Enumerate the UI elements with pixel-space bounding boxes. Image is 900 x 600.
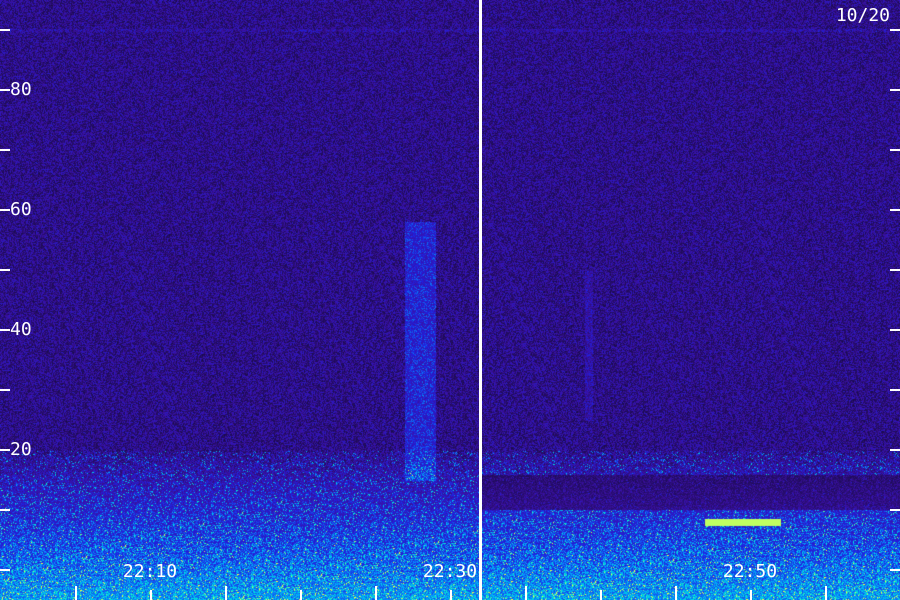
- y-tick-right: [890, 569, 900, 571]
- hour-divider-line: [479, 0, 482, 600]
- y-tick-right: [890, 89, 900, 91]
- y-tick-right: [890, 269, 900, 271]
- x-tick: [600, 590, 602, 600]
- x-tick: [450, 590, 452, 600]
- y-tick-left: [0, 209, 10, 211]
- y-tick-label: 80: [10, 79, 32, 100]
- spectrogram-image: [0, 0, 900, 600]
- y-tick-label: 20: [10, 439, 32, 460]
- x-tick: [150, 590, 152, 600]
- y-tick-label: 40: [10, 319, 32, 340]
- y-tick-label: 60: [10, 199, 32, 220]
- y-tick-left: [0, 149, 10, 151]
- y-tick-left: [0, 89, 10, 91]
- y-tick-left: [0, 329, 10, 331]
- date-label: 10/20: [835, 5, 890, 26]
- x-tick-label: 22:10: [122, 561, 178, 582]
- y-tick-left: [0, 449, 10, 451]
- x-tick: [525, 586, 527, 600]
- x-tick: [75, 586, 77, 600]
- y-tick-left: [0, 389, 10, 391]
- x-tick: [300, 590, 302, 600]
- y-tick-right: [890, 329, 900, 331]
- x-tick-label: 22:50: [722, 561, 778, 582]
- spectrogram-panel: 2040608010022:1022:3022:50 10/20: [0, 0, 900, 600]
- x-tick: [375, 586, 377, 600]
- y-tick-left: [0, 269, 10, 271]
- y-tick-right: [890, 449, 900, 451]
- x-tick: [750, 590, 752, 600]
- x-tick: [825, 586, 827, 600]
- y-tick-right: [890, 29, 900, 31]
- y-tick-left: [0, 29, 10, 31]
- y-tick-right: [890, 389, 900, 391]
- y-tick-right: [890, 209, 900, 211]
- x-tick: [225, 586, 227, 600]
- x-tick-label: 22:30: [422, 561, 478, 582]
- y-tick-right: [890, 509, 900, 511]
- y-tick-right: [890, 149, 900, 151]
- x-tick: [675, 586, 677, 600]
- y-tick-left: [0, 569, 10, 571]
- y-tick-left: [0, 509, 10, 511]
